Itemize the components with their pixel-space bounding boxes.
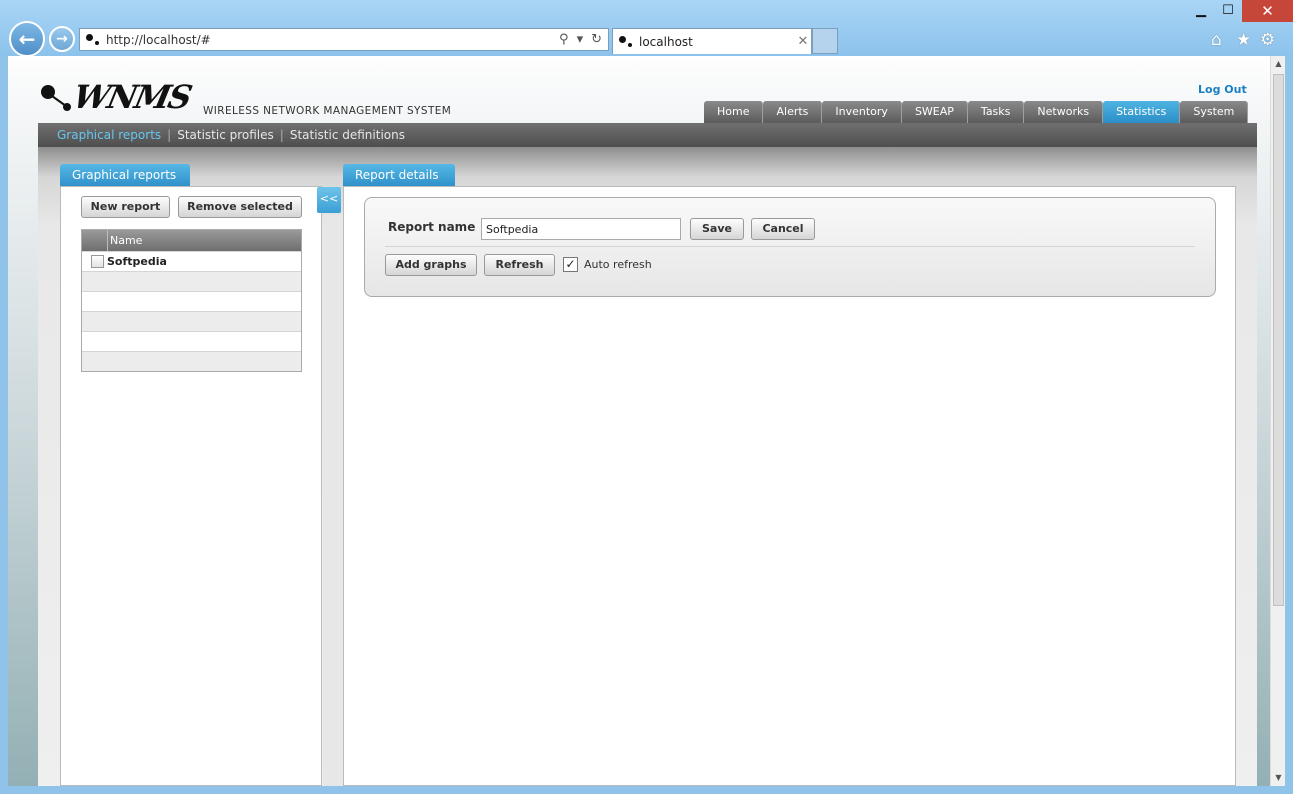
refresh-button[interactable]: Refresh [484, 254, 555, 276]
subnav-separator: | [167, 128, 172, 142]
cancel-button[interactable]: Cancel [751, 218, 815, 240]
subnav-graphical-reports[interactable]: Graphical reports [57, 128, 161, 142]
nav-tab-system[interactable]: System [1180, 101, 1249, 123]
new-report-button[interactable]: New report [81, 196, 170, 218]
nav-tab-inventory[interactable]: Inventory [822, 101, 902, 123]
table-row[interactable]: Softpedia [82, 251, 301, 271]
auto-refresh-label: Auto refresh [584, 258, 652, 271]
main-nav: Home Alerts Inventory SWEAP Tasks Networ… [704, 101, 1249, 123]
collapse-panel-button[interactable]: << [317, 187, 341, 213]
browser-tab[interactable]: localhost ✕ [612, 28, 812, 54]
scroll-thumb[interactable] [1273, 74, 1284, 606]
back-button[interactable]: ← [9, 21, 45, 57]
reports-list-panel: New report Remove selected Name Softpedi… [60, 186, 322, 786]
page-viewport: WNMS WIRELESS NETWORK MANAGEMENT SYSTEM … [8, 56, 1270, 786]
address-bar[interactable]: http://localhost/# ⚲ ▾ ↻ [79, 28, 609, 51]
window-frame [1285, 56, 1293, 794]
nav-tab-tasks[interactable]: Tasks [967, 101, 1025, 123]
table-row-empty [82, 351, 301, 371]
gear-icon[interactable]: ⚙ [1260, 30, 1275, 50]
minimize-button[interactable]: ▁ [1186, 0, 1216, 22]
logo-icon [41, 85, 71, 111]
remove-selected-button[interactable]: Remove selected [178, 196, 302, 218]
subnav-statistic-profiles[interactable]: Statistic profiles [177, 128, 274, 142]
table-row-empty [82, 311, 301, 331]
site-favicon-icon [86, 33, 100, 46]
header-select-all[interactable] [82, 230, 108, 251]
logo-text: WNMS [69, 78, 194, 116]
content-area: Graphical reports Report details New rep… [38, 147, 1257, 786]
save-button[interactable]: Save [690, 218, 744, 240]
scroll-down-icon[interactable]: ▼ [1271, 770, 1286, 786]
row-checkbox[interactable] [91, 255, 104, 268]
sub-nav: Graphical reports | Statistic profiles |… [38, 123, 1257, 147]
page-scrollbar[interactable]: ▲ ▼ [1270, 56, 1285, 786]
column-header-name[interactable]: Name [108, 230, 301, 251]
table-header: Name [82, 230, 301, 251]
arrow-left-icon: ← [18, 27, 36, 51]
arrow-right-icon: → [56, 31, 68, 47]
tab-favicon-icon [619, 35, 633, 48]
report-details-panel: Report name Save Cancel Add graphs Refre… [343, 186, 1236, 786]
nav-tab-networks[interactable]: Networks [1024, 101, 1104, 123]
panel-tab-graphical-reports[interactable]: Graphical reports [60, 164, 190, 186]
nav-tab-home[interactable]: Home [704, 101, 764, 123]
subnav-separator: | [279, 128, 284, 142]
url-text[interactable]: http://localhost/# [106, 33, 559, 47]
table-row-empty [82, 331, 301, 351]
nav-tab-alerts[interactable]: Alerts [763, 101, 823, 123]
report-name-input[interactable] [481, 218, 681, 240]
logout-link[interactable]: Log Out [1198, 83, 1247, 96]
refresh-icon[interactable]: ↻ [591, 32, 602, 47]
close-tab-icon[interactable]: ✕ [795, 34, 811, 49]
report-details-box: Report name Save Cancel Add graphs Refre… [364, 197, 1216, 297]
report-name-label: Report name [388, 220, 476, 234]
auto-refresh-checkbox[interactable]: ✓ [563, 257, 578, 272]
app-subtitle: WIRELESS NETWORK MANAGEMENT SYSTEM [203, 105, 452, 117]
window-frame [0, 786, 1293, 794]
row-name: Softpedia [107, 255, 167, 268]
forward-button[interactable]: → [49, 26, 75, 52]
reports-table: Name Softpedia [81, 229, 302, 372]
close-window-button[interactable]: ✕ [1242, 0, 1293, 22]
home-icon[interactable]: ⌂ [1211, 30, 1222, 50]
table-row-empty [82, 291, 301, 311]
divider [385, 246, 1195, 247]
nav-tab-sweap[interactable]: SWEAP [901, 101, 968, 123]
search-icon[interactable]: ⚲ [559, 32, 569, 47]
dropdown-arrow-icon[interactable]: ▾ [577, 32, 584, 47]
star-icon[interactable]: ★ [1236, 30, 1251, 50]
scroll-up-icon[interactable]: ▲ [1271, 56, 1286, 72]
tab-title: localhost [639, 34, 693, 49]
subnav-statistic-definitions[interactable]: Statistic definitions [290, 128, 405, 142]
table-row-empty [82, 271, 301, 291]
panel-tab-report-details[interactable]: Report details [343, 164, 455, 186]
browser-chrome: ← → http://localhost/# ⚲ ▾ ↻ localhost ✕… [0, 0, 1293, 57]
nav-tab-statistics[interactable]: Statistics [1103, 101, 1181, 123]
panel-splitter[interactable] [323, 215, 343, 786]
add-graphs-button[interactable]: Add graphs [385, 254, 477, 276]
new-tab-button[interactable] [812, 28, 838, 54]
maximize-button[interactable]: ☐ [1213, 0, 1243, 22]
